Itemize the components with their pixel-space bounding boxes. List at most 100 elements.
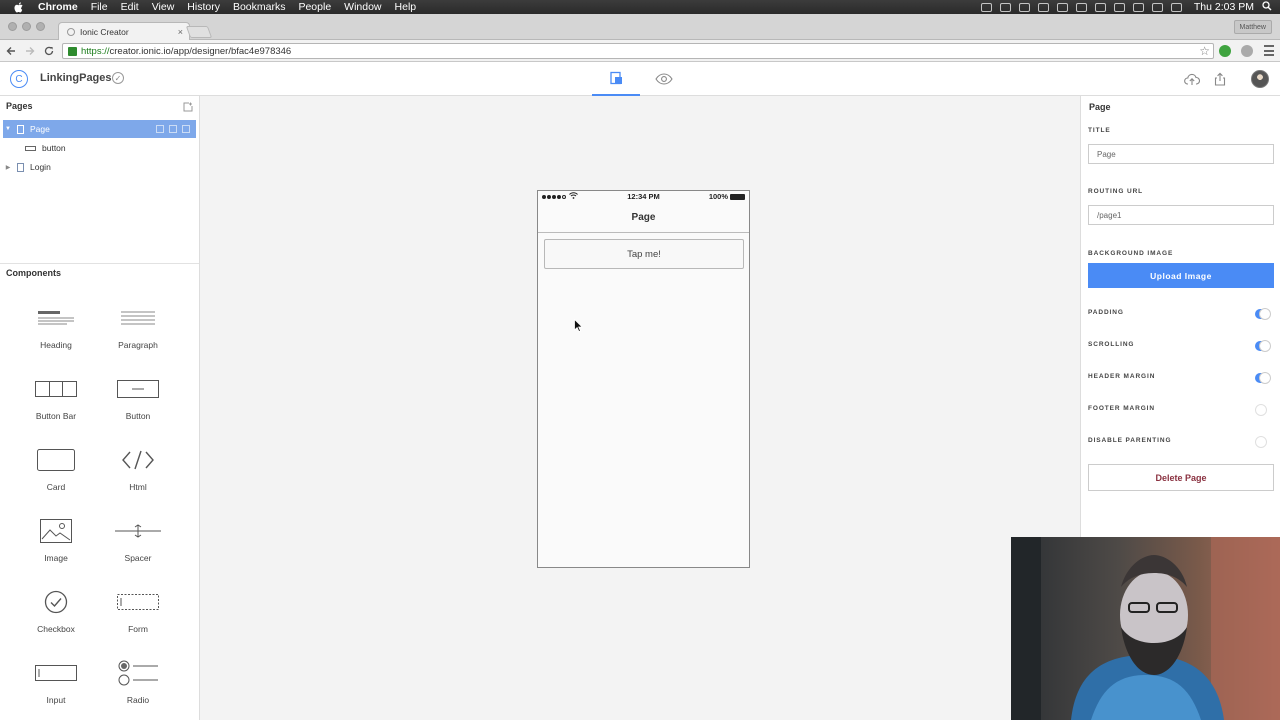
profile-button[interactable]: Matthew [1233, 20, 1272, 34]
menu-people[interactable]: People [298, 0, 331, 14]
tree-item-label: Login [30, 162, 51, 172]
title-input[interactable] [1088, 144, 1274, 164]
upload-image-button[interactable]: Upload Image [1088, 263, 1274, 288]
cloud-upload-icon[interactable] [1184, 71, 1200, 87]
bluetooth-icon[interactable] [1113, 2, 1125, 12]
menu-history[interactable]: History [187, 0, 220, 14]
menu-window[interactable]: Window [344, 0, 381, 14]
duplicate-icon[interactable] [169, 125, 177, 133]
window-close-icon[interactable] [8, 22, 17, 31]
tab-designer[interactable] [592, 62, 640, 96]
scrolling-toggle[interactable] [1255, 340, 1271, 352]
phone-preview[interactable]: 12:34 PM 100% Page Tap me! [537, 190, 750, 568]
design-canvas[interactable]: 12:34 PM 100% Page Tap me! [200, 96, 1080, 720]
component-label: Image [44, 553, 68, 563]
collapse-arrow-icon[interactable]: ▼ [3, 126, 13, 132]
extension-green-icon[interactable] [1219, 45, 1231, 57]
evernote-icon[interactable] [980, 2, 992, 12]
window-zoom-icon[interactable] [36, 22, 45, 31]
component-checkbox[interactable]: Checkbox [15, 585, 97, 645]
padding-toggle[interactable] [1255, 308, 1271, 320]
eye-icon [655, 73, 673, 85]
airplay-icon[interactable] [1075, 2, 1087, 12]
new-tab-button[interactable] [185, 26, 213, 38]
disable-parenting-toggle[interactable] [1255, 436, 1269, 448]
tree-item-label: Page [30, 124, 50, 134]
delete-page-button[interactable]: Delete Page [1088, 464, 1274, 491]
component-radio[interactable]: Radio [97, 656, 179, 716]
forward-arrow-icon[interactable] [22, 43, 38, 59]
dropbox-icon[interactable] [999, 2, 1011, 12]
sync-icon[interactable] [1018, 2, 1030, 12]
app-header: C LinkingPages ✓ [0, 62, 1280, 96]
routing-url-input[interactable] [1088, 205, 1274, 225]
form-icon [117, 594, 159, 610]
page-tree-item-button[interactable]: button [3, 139, 196, 157]
title-label: TITLE [1088, 127, 1111, 134]
spotlight-icon[interactable] [1262, 0, 1272, 14]
components-title: Components [6, 268, 61, 278]
disable-parenting-label: DISABLE PARENTING [1088, 437, 1172, 444]
phone-nav-title[interactable]: Page [632, 212, 656, 223]
heading-icon [38, 311, 74, 325]
battery-icon[interactable] [1170, 2, 1182, 12]
project-name[interactable]: LinkingPages [40, 72, 112, 84]
component-label: Radio [126, 695, 150, 705]
page-tree-item-login[interactable]: ▶ Login [3, 158, 196, 176]
menu-bookmarks[interactable]: Bookmarks [233, 0, 286, 14]
menu-help[interactable]: Help [395, 0, 417, 14]
chrome-menu-icon[interactable] [1264, 45, 1274, 56]
display-icon[interactable] [1056, 2, 1068, 12]
browser-tab[interactable]: Ionic Creator × [58, 22, 190, 40]
browser-tabbar: Ionic Creator × Matthew [0, 14, 1280, 40]
wifi-icon[interactable] [1132, 2, 1144, 12]
back-arrow-icon[interactable] [3, 43, 19, 59]
window-minimize-icon[interactable] [22, 22, 31, 31]
header-margin-toggle[interactable] [1255, 372, 1271, 384]
component-input[interactable]: Input [15, 656, 97, 716]
ionic-logo-icon[interactable]: C [10, 70, 28, 88]
page-settings-icon[interactable] [182, 125, 190, 133]
apple-icon[interactable] [12, 0, 26, 14]
tab-close-icon[interactable]: × [178, 27, 183, 37]
os-menubar: Chrome File Edit View History Bookmarks … [0, 0, 1280, 14]
lock-icon[interactable] [68, 46, 77, 56]
component-button-bar[interactable]: Button Bar [15, 372, 97, 432]
component-button[interactable]: Button [97, 372, 179, 432]
menu-file[interactable]: File [91, 0, 108, 14]
extension-gray-icon[interactable] [1241, 45, 1253, 57]
tab-preview[interactable] [640, 62, 688, 96]
component-html[interactable]: Html [97, 443, 179, 503]
component-form[interactable]: Form [97, 585, 179, 645]
menu-edit[interactable]: Edit [121, 0, 139, 14]
footer-margin-toggle[interactable] [1255, 404, 1269, 416]
filter-icon[interactable] [156, 125, 164, 133]
user-avatar[interactable] [1251, 70, 1269, 88]
add-page-icon[interactable] [183, 101, 193, 112]
page-tree-item-page[interactable]: ▼ Page [3, 120, 196, 138]
reload-icon[interactable] [41, 43, 57, 59]
component-label: Button Bar [35, 411, 77, 421]
component-image[interactable]: Image [15, 514, 97, 574]
record-icon[interactable] [1037, 2, 1049, 12]
component-paragraph[interactable]: Paragraph [97, 301, 179, 361]
time-machine-icon[interactable] [1094, 2, 1106, 12]
menu-app-name[interactable]: Chrome [38, 0, 78, 14]
battery-percent: 100% [708, 192, 728, 201]
address-bar[interactable]: https:// creator.ionic.io/app/designer/b… [62, 43, 1214, 59]
component-card[interactable]: Card [15, 443, 97, 503]
component-spacer[interactable]: Spacer [97, 514, 179, 574]
routing-url-label: ROUTING URL [1088, 188, 1144, 195]
phone-navbar[interactable]: Page [538, 203, 749, 233]
url-text: creator.ionic.io/app/designer/bfac4e9783… [109, 45, 292, 57]
volume-icon[interactable] [1151, 2, 1163, 12]
bookmark-star-icon[interactable]: ☆ [1199, 44, 1210, 58]
clock[interactable]: Thu 2:03 PM [1194, 1, 1254, 13]
mouse-cursor-icon [574, 318, 584, 333]
component-label: Html [129, 482, 147, 492]
menu-view[interactable]: View [152, 0, 175, 14]
expand-arrow-icon[interactable]: ▶ [3, 164, 13, 171]
tap-me-button[interactable]: Tap me! [544, 239, 744, 269]
component-heading[interactable]: Heading [15, 301, 97, 361]
share-icon[interactable] [1212, 71, 1228, 87]
